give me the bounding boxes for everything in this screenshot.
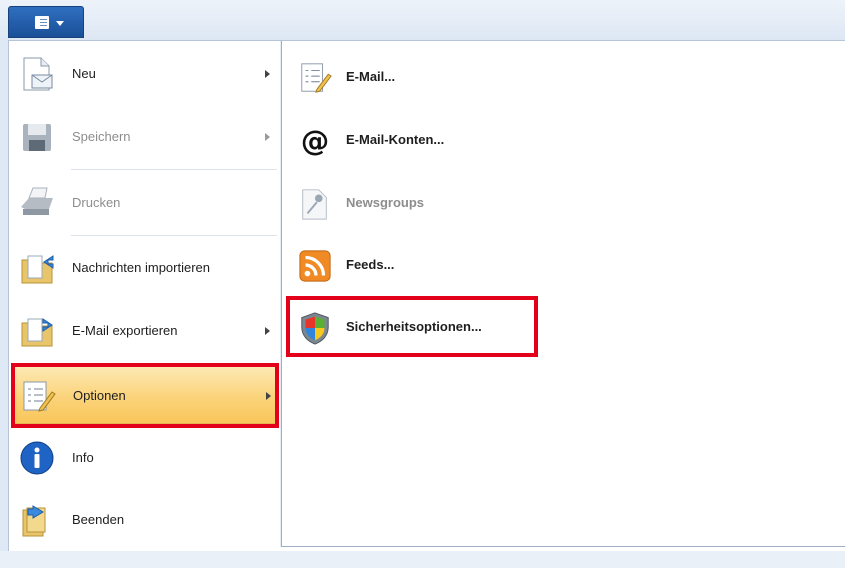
menu-left-pane: Neu Speichern Drucken Nachrichten import… xyxy=(9,41,281,551)
menu-item-label: Beenden xyxy=(72,512,125,527)
mail-options-icon xyxy=(301,63,332,93)
application-menu-button[interactable] xyxy=(8,6,84,38)
title-bar xyxy=(0,0,845,40)
submenu-item-label: Feeds... xyxy=(346,257,395,272)
rss-feed-icon xyxy=(299,250,331,282)
exit-icon xyxy=(22,505,46,537)
menu-item-e-mail-exportieren[interactable]: E-Mail exportieren xyxy=(13,302,277,360)
submenu-item-e-mail[interactable]: E-Mail... xyxy=(292,51,792,103)
highlight-box-optionen xyxy=(11,363,279,428)
newsgroups-icon xyxy=(302,189,327,220)
status-bar xyxy=(0,551,845,568)
menu-item-label: Neu xyxy=(72,66,96,81)
menu-item-nachrichten-importieren[interactable]: Nachrichten importieren xyxy=(13,239,277,297)
menu-item-label: Nachrichten importieren xyxy=(72,260,211,275)
application-menu: Neu Speichern Drucken Nachrichten import… xyxy=(8,40,845,551)
menu-item-label: Speichern xyxy=(72,129,131,144)
submenu-item-label: E-Mail-Konten... xyxy=(346,132,445,147)
menu-item-beenden[interactable]: Beenden xyxy=(13,491,277,549)
document-icon xyxy=(35,16,49,29)
menu-item-label: E-Mail exportieren xyxy=(72,323,178,338)
highlight-box-sicherheitsoptionen xyxy=(286,296,538,357)
import-folder-icon xyxy=(21,255,54,284)
submenu-item-feeds[interactable]: Feeds... xyxy=(292,239,792,291)
menu-item-drucken[interactable]: Drucken xyxy=(13,174,277,232)
submenu-arrow-icon xyxy=(265,70,270,78)
export-folder-icon xyxy=(21,318,53,347)
submenu-pane: E-Mail... @ E-Mail-Konten... Newsgroups xyxy=(281,41,845,547)
menu-item-label: Drucken xyxy=(72,195,121,210)
menu-item-info[interactable]: Info xyxy=(13,429,277,487)
menu-item-speichern[interactable]: Speichern xyxy=(13,108,277,166)
submenu-arrow-icon xyxy=(265,133,270,141)
submenu-item-e-mail-konten[interactable]: @ E-Mail-Konten... xyxy=(292,114,792,166)
at-sign-icon: @ xyxy=(301,124,329,157)
chevron-down-icon xyxy=(56,21,64,26)
new-document-icon xyxy=(23,57,53,91)
menu-item-label: Info xyxy=(72,450,94,465)
submenu-arrow-icon xyxy=(265,327,270,335)
svg-text:@: @ xyxy=(301,124,329,157)
info-icon xyxy=(20,441,54,475)
floppy-disk-icon xyxy=(23,124,51,151)
menu-separator xyxy=(71,169,277,170)
submenu-item-label: Newsgroups xyxy=(346,195,425,210)
submenu-item-label: E-Mail... xyxy=(346,69,396,84)
submenu-item-newsgroups[interactable]: Newsgroups xyxy=(292,177,792,229)
menu-item-neu[interactable]: Neu xyxy=(13,45,277,103)
printer-icon xyxy=(21,187,53,215)
menu-separator xyxy=(71,235,277,236)
